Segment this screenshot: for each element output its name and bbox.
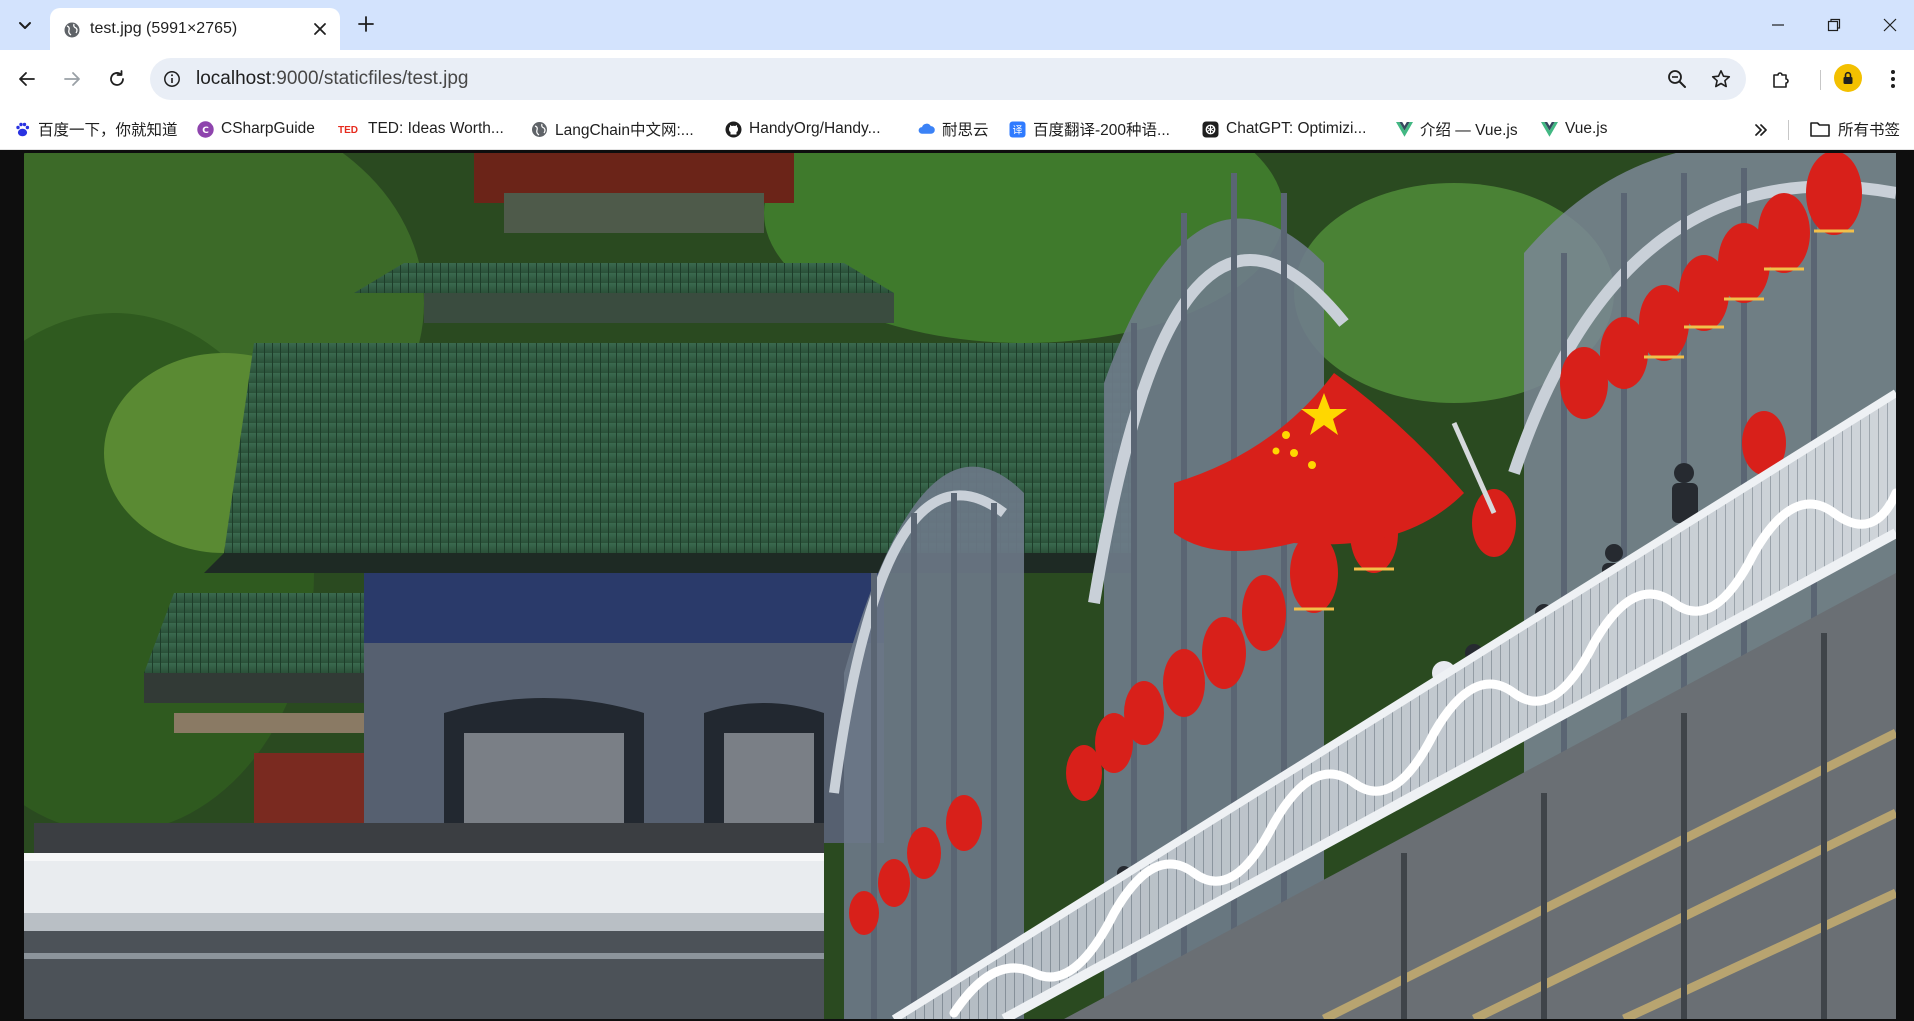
bookmark-label: Vue.js — [1565, 120, 1608, 137]
github-icon — [725, 121, 742, 138]
tab-strip: test.jpg (5991×2765) — [0, 0, 1914, 50]
back-button[interactable] — [12, 64, 42, 94]
site-info-icon[interactable] — [162, 69, 182, 89]
image-viewer — [0, 151, 1914, 1021]
all-bookmarks-button[interactable]: 所有书签 — [1810, 117, 1900, 141]
photo-rendering — [24, 153, 1896, 1019]
minimize-button[interactable] — [1750, 0, 1806, 50]
lock-icon — [1843, 71, 1853, 84]
displayed-photo[interactable] — [24, 153, 1896, 1019]
bookmark-item[interactable]: 介绍 — Vue.js — [1396, 117, 1518, 141]
bookmark-item[interactable]: 耐思云 — [918, 117, 989, 141]
extensions-button[interactable] — [1766, 64, 1796, 94]
close-window-button[interactable] — [1862, 0, 1914, 50]
tab-search-button[interactable] — [8, 10, 42, 40]
all-bookmarks-label: 所有书签 — [1838, 122, 1901, 139]
vue-icon — [1396, 121, 1413, 138]
bookmark-label: LangChain中文网:... — [555, 122, 694, 139]
bookmark-label: 耐思云 — [942, 122, 989, 139]
bookmarks-overflow-button[interactable] — [1750, 119, 1772, 141]
bookmark-item[interactable]: ChatGPT: Optimizi... — [1202, 117, 1366, 141]
zoom-icon[interactable] — [1666, 68, 1688, 90]
puzzle-icon — [1773, 72, 1789, 88]
more-vertical-icon — [1891, 70, 1895, 88]
url-text[interactable]: localhost:9000/staticfiles/test.jpg — [196, 68, 469, 90]
forward-button[interactable] — [57, 64, 87, 94]
bookmark-item[interactable]: HandyOrg/Handy... — [725, 117, 881, 141]
bookmarks-bar: 百度一下，你就知道 C CSharpGuide TED TED: Ideas W… — [0, 108, 1914, 150]
bookmark-item[interactable]: 百度一下，你就知道 — [14, 117, 178, 141]
arrow-right-icon — [64, 72, 80, 86]
baidu-paw-icon — [14, 121, 31, 138]
bookmark-star-icon[interactable] — [1710, 68, 1732, 90]
close-tab-icon[interactable] — [310, 19, 330, 39]
bookmark-item[interactable]: C CSharpGuide — [197, 117, 315, 141]
new-tab-button[interactable] — [353, 11, 379, 37]
bookmark-label: CSharpGuide — [221, 120, 315, 137]
bookmark-label: TED: Ideas Worth... — [368, 120, 504, 137]
url-host: localhost — [196, 68, 271, 89]
double-chevron-right-icon — [1755, 124, 1767, 136]
restore-button[interactable] — [1806, 0, 1862, 50]
svg-text:译: 译 — [1013, 124, 1023, 136]
translate-icon: 译 — [1009, 121, 1026, 138]
bookmark-item[interactable]: TED TED: Ideas Worth... — [337, 117, 504, 141]
svg-text:C: C — [202, 126, 209, 136]
restore-icon — [1827, 18, 1841, 32]
globe-icon — [531, 121, 548, 138]
ted-icon: TED — [337, 121, 361, 138]
reload-button[interactable] — [102, 64, 132, 94]
svg-text:TED: TED — [338, 125, 358, 135]
bookmark-label: 百度翻译-200种语... — [1033, 122, 1170, 139]
bookmark-item[interactable]: Vue.js — [1541, 117, 1608, 141]
bookmarks-divider — [1788, 120, 1789, 140]
arrow-left-icon — [19, 72, 35, 86]
openai-icon — [1202, 121, 1219, 138]
globe-icon — [63, 21, 81, 39]
chevron-down-icon — [19, 22, 31, 29]
close-icon — [1883, 18, 1897, 32]
address-bar[interactable]: localhost:9000/staticfiles/test.jpg — [150, 58, 1746, 100]
csharp-icon: C — [197, 120, 214, 138]
vue-icon — [1541, 121, 1558, 138]
cloud-icon — [918, 121, 935, 138]
bookmark-label: 介绍 — Vue.js — [1420, 122, 1518, 139]
bookmark-label: ChatGPT: Optimizi... — [1226, 120, 1367, 137]
plus-icon — [358, 16, 374, 32]
bookmark-label: HandyOrg/Handy... — [749, 120, 881, 137]
toolbar-divider — [1820, 70, 1821, 90]
minimize-icon — [1772, 24, 1784, 26]
bookmark-label: 百度一下，你就知道 — [38, 122, 178, 139]
reload-icon — [110, 70, 124, 86]
browser-toolbar: localhost:9000/staticfiles/test.jpg — [0, 50, 1914, 108]
bookmark-item[interactable]: LangChain中文网:... — [531, 117, 694, 141]
browser-menu-button[interactable] — [1878, 64, 1908, 94]
active-tab[interactable]: test.jpg (5991×2765) — [50, 8, 340, 50]
url-path: :9000/staticfiles/test.jpg — [271, 68, 469, 89]
profile-avatar[interactable] — [1834, 64, 1862, 92]
bookmark-item[interactable]: 译 百度翻译-200种语... — [1009, 117, 1170, 141]
folder-icon — [1810, 121, 1830, 138]
tab-title: test.jpg (5991×2765) — [90, 20, 238, 37]
